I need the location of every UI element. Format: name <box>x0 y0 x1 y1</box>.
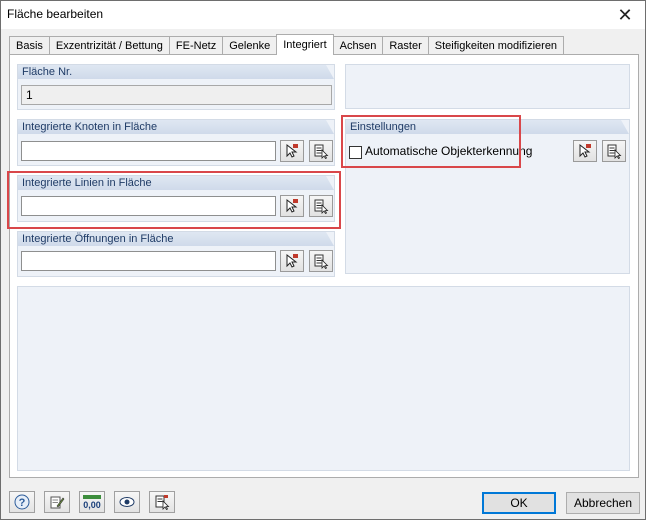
flaeche-nr-field: 1 <box>21 85 332 105</box>
tab-integriert[interactable]: Integriert <box>276 34 334 55</box>
group-title-knoten: Integrierte Knoten in Fläche <box>22 121 158 133</box>
group-title-einstellungen: Einstellungen <box>350 121 417 133</box>
units-text: 0,00 <box>83 500 101 510</box>
pick-icon <box>155 495 170 510</box>
pick-oeffnungen-button[interactable] <box>280 250 304 272</box>
help-icon: ? <box>14 494 30 510</box>
tab-exzentrizitaet[interactable]: Exzentrizität / Bettung <box>48 36 170 55</box>
linien-input[interactable] <box>21 196 276 216</box>
group-integrierte-knoten: Integrierte Knoten in Fläche <box>17 119 335 166</box>
dialog-window: Fläche bearbeiten ✕ Basis Exzentrizität … <box>0 0 646 520</box>
pick-linien-button[interactable] <box>280 195 304 217</box>
view-icon <box>119 497 135 507</box>
group-integrierte-linien: Integrierte Linien in Fläche <box>17 175 335 222</box>
close-button[interactable]: ✕ <box>605 1 645 29</box>
window-title: Fläche bearbeiten <box>7 7 104 21</box>
group-flaeche-nr: Fläche Nr. 1 <box>17 64 335 110</box>
group-integrierte-oeffnungen: Integrierte Öffnungen in Fläche <box>17 231 335 277</box>
edit-icon <box>50 496 65 509</box>
auto-objekterkennung-label[interactable]: Automatische Objekterkennung <box>365 144 532 158</box>
edit-button[interactable] <box>44 491 70 513</box>
graphic-preview-area <box>17 286 630 471</box>
select-list-knoten-button[interactable] <box>309 140 333 162</box>
view-button[interactable] <box>114 491 140 513</box>
tab-steifigkeiten[interactable]: Steifigkeiten modifizieren <box>427 36 565 55</box>
select-list-icon <box>314 144 329 159</box>
svg-text:?: ? <box>19 497 26 509</box>
tab-bar: Basis Exzentrizität / Bettung FE-Netz Ge… <box>9 34 565 55</box>
pick-arrow-icon <box>286 143 298 158</box>
group-title-flaeche-nr: Fläche Nr. <box>22 66 73 78</box>
close-icon: ✕ <box>617 4 633 25</box>
pick-arrow-icon <box>286 198 298 213</box>
pick-arrow-icon <box>579 143 591 158</box>
title-bar: Fläche bearbeiten ✕ <box>1 1 645 29</box>
tab-panel-integriert: Fläche Nr. 1 Integrierte Knoten in Fläch… <box>9 54 639 478</box>
select-list-icon <box>314 254 329 269</box>
select-list-icon <box>607 144 622 159</box>
select-list-einstellungen-button[interactable] <box>602 140 626 162</box>
knoten-input[interactable] <box>21 141 276 161</box>
tab-fe-netz[interactable]: FE-Netz <box>168 36 224 55</box>
tab-basis[interactable]: Basis <box>9 36 50 55</box>
pick-einstellungen-button[interactable] <box>573 140 597 162</box>
ok-button[interactable]: OK <box>482 492 556 514</box>
group-einstellungen: Einstellungen Automatische Objekterkennu… <box>345 119 630 274</box>
units-icon: 0,00 <box>83 495 101 510</box>
tab-raster[interactable]: Raster <box>382 36 429 55</box>
oeffnungen-input[interactable] <box>21 251 276 271</box>
cancel-button[interactable]: Abbrechen <box>566 492 640 514</box>
select-list-linien-button[interactable] <box>309 195 333 217</box>
units-button[interactable]: 0,00 <box>79 491 105 513</box>
select-list-icon <box>314 199 329 214</box>
group-empty-top-right <box>345 64 630 109</box>
group-title-oeffnungen: Integrierte Öffnungen in Fläche <box>22 233 174 245</box>
group-title-linien: Integrierte Linien in Fläche <box>22 177 152 189</box>
pick-knoten-button[interactable] <box>280 140 304 162</box>
auto-objekterkennung-checkbox[interactable] <box>349 146 362 159</box>
help-button[interactable]: ? <box>9 491 35 513</box>
pick-arrow-icon <box>286 253 298 268</box>
pick-footer-button[interactable] <box>149 491 175 513</box>
select-list-oeffnungen-button[interactable] <box>309 250 333 272</box>
tab-gelenke[interactable]: Gelenke <box>222 36 278 55</box>
tab-achsen[interactable]: Achsen <box>332 36 384 55</box>
